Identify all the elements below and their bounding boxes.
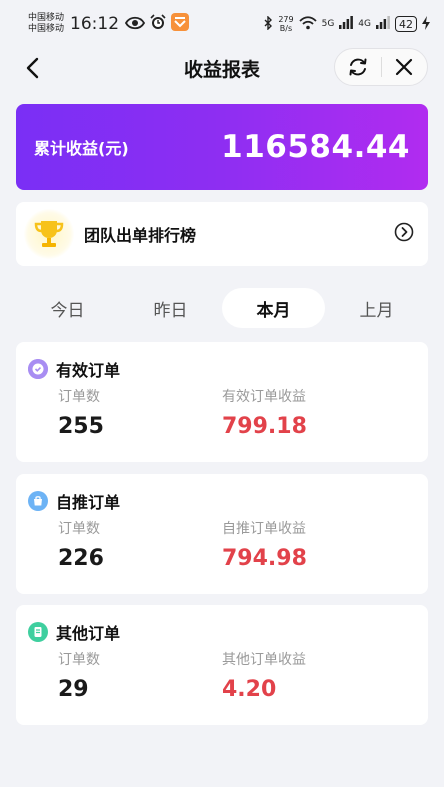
total-earnings-card: 累计收益(元) 116584.44: [16, 104, 428, 190]
carrier-info: 中国移动 中国移动: [28, 13, 64, 35]
other-orders-title: 其他订单: [56, 624, 121, 643]
order-count-label: 订单数: [58, 521, 100, 537]
eye-icon: [124, 15, 146, 34]
period-tabs: 今日 昨日 本月 上月: [16, 288, 428, 328]
team-ranking-entry[interactable]: 团队出单排行榜: [16, 202, 428, 266]
signal-icon-1: [339, 16, 354, 32]
order-earnings-value: 794.98: [222, 546, 307, 571]
tab-yesterday[interactable]: 昨日: [119, 288, 222, 328]
chevron-right-circle-icon: [394, 222, 414, 246]
tab-last-month[interactable]: 上月: [325, 288, 428, 328]
order-count-value: 226: [58, 546, 104, 571]
page-title: 收益报表: [183, 58, 260, 81]
refresh-icon: [349, 58, 367, 76]
order-earnings-value: 4.20: [222, 677, 277, 702]
order-count-value: 255: [58, 414, 104, 439]
other-orders-card: 其他订单 订单数 29 其他订单收益 4.20: [16, 605, 428, 725]
total-earnings-label: 累计收益(元): [34, 139, 129, 158]
close-icon: [396, 58, 413, 76]
chevron-left-icon: [26, 57, 39, 79]
battery-indicator: 42: [395, 16, 417, 32]
order-earnings-value: 799.18: [222, 414, 307, 439]
back-button[interactable]: [18, 54, 46, 82]
tab-this-month[interactable]: 本月: [222, 288, 325, 328]
valid-orders-title: 有效订单: [56, 361, 121, 380]
close-button[interactable]: [382, 49, 428, 85]
team-ranking-label: 团队出单排行榜: [84, 226, 197, 245]
tab-today[interactable]: 今日: [16, 288, 119, 328]
status-bar: 中国移动 中国移动 16:12 279 B/s 5G 4G 42: [0, 0, 444, 48]
self-promoted-orders-title: 自推订单: [56, 493, 121, 512]
order-count-label: 订单数: [58, 389, 100, 405]
status-time: 16:12: [70, 14, 120, 34]
net-type-2: 4G: [358, 19, 371, 29]
document-icon: [28, 622, 48, 642]
carrier-2: 中国移动: [28, 24, 65, 34]
total-earnings-value: 116584.44: [221, 129, 410, 165]
signal-icon-2: [376, 16, 390, 32]
self-promoted-orders-card: 自推订单 订单数 226 自推订单收益 794.98: [16, 474, 428, 594]
check-badge-icon: [28, 359, 48, 379]
wifi-icon: [298, 15, 317, 33]
trophy-icon: [24, 209, 74, 259]
order-earnings-label: 有效订单收益: [222, 389, 306, 405]
net-speed-value: 279: [278, 15, 294, 24]
order-count-label: 订单数: [58, 652, 100, 668]
shopping-bag-icon: [28, 491, 48, 511]
carrier-1: 中国移动: [28, 13, 65, 23]
net-type-1: 5G: [321, 19, 335, 29]
refresh-button[interactable]: [335, 49, 381, 85]
nav-header: 收益报表: [0, 48, 444, 88]
order-earnings-label: 自推订单收益: [222, 521, 306, 537]
mini-program-capsule: [334, 48, 428, 86]
app-notification-icon: [171, 13, 190, 35]
net-speed: 279 B/s: [278, 15, 293, 33]
valid-orders-card: 有效订单 订单数 255 有效订单收益 799.18: [16, 342, 428, 462]
order-earnings-label: 其他订单收益: [222, 652, 306, 668]
charging-icon: [422, 15, 430, 33]
order-count-value: 29: [58, 677, 89, 702]
bluetooth-icon: [263, 14, 273, 33]
net-speed-unit: B/s: [279, 24, 293, 33]
alarm-icon: [150, 14, 166, 34]
